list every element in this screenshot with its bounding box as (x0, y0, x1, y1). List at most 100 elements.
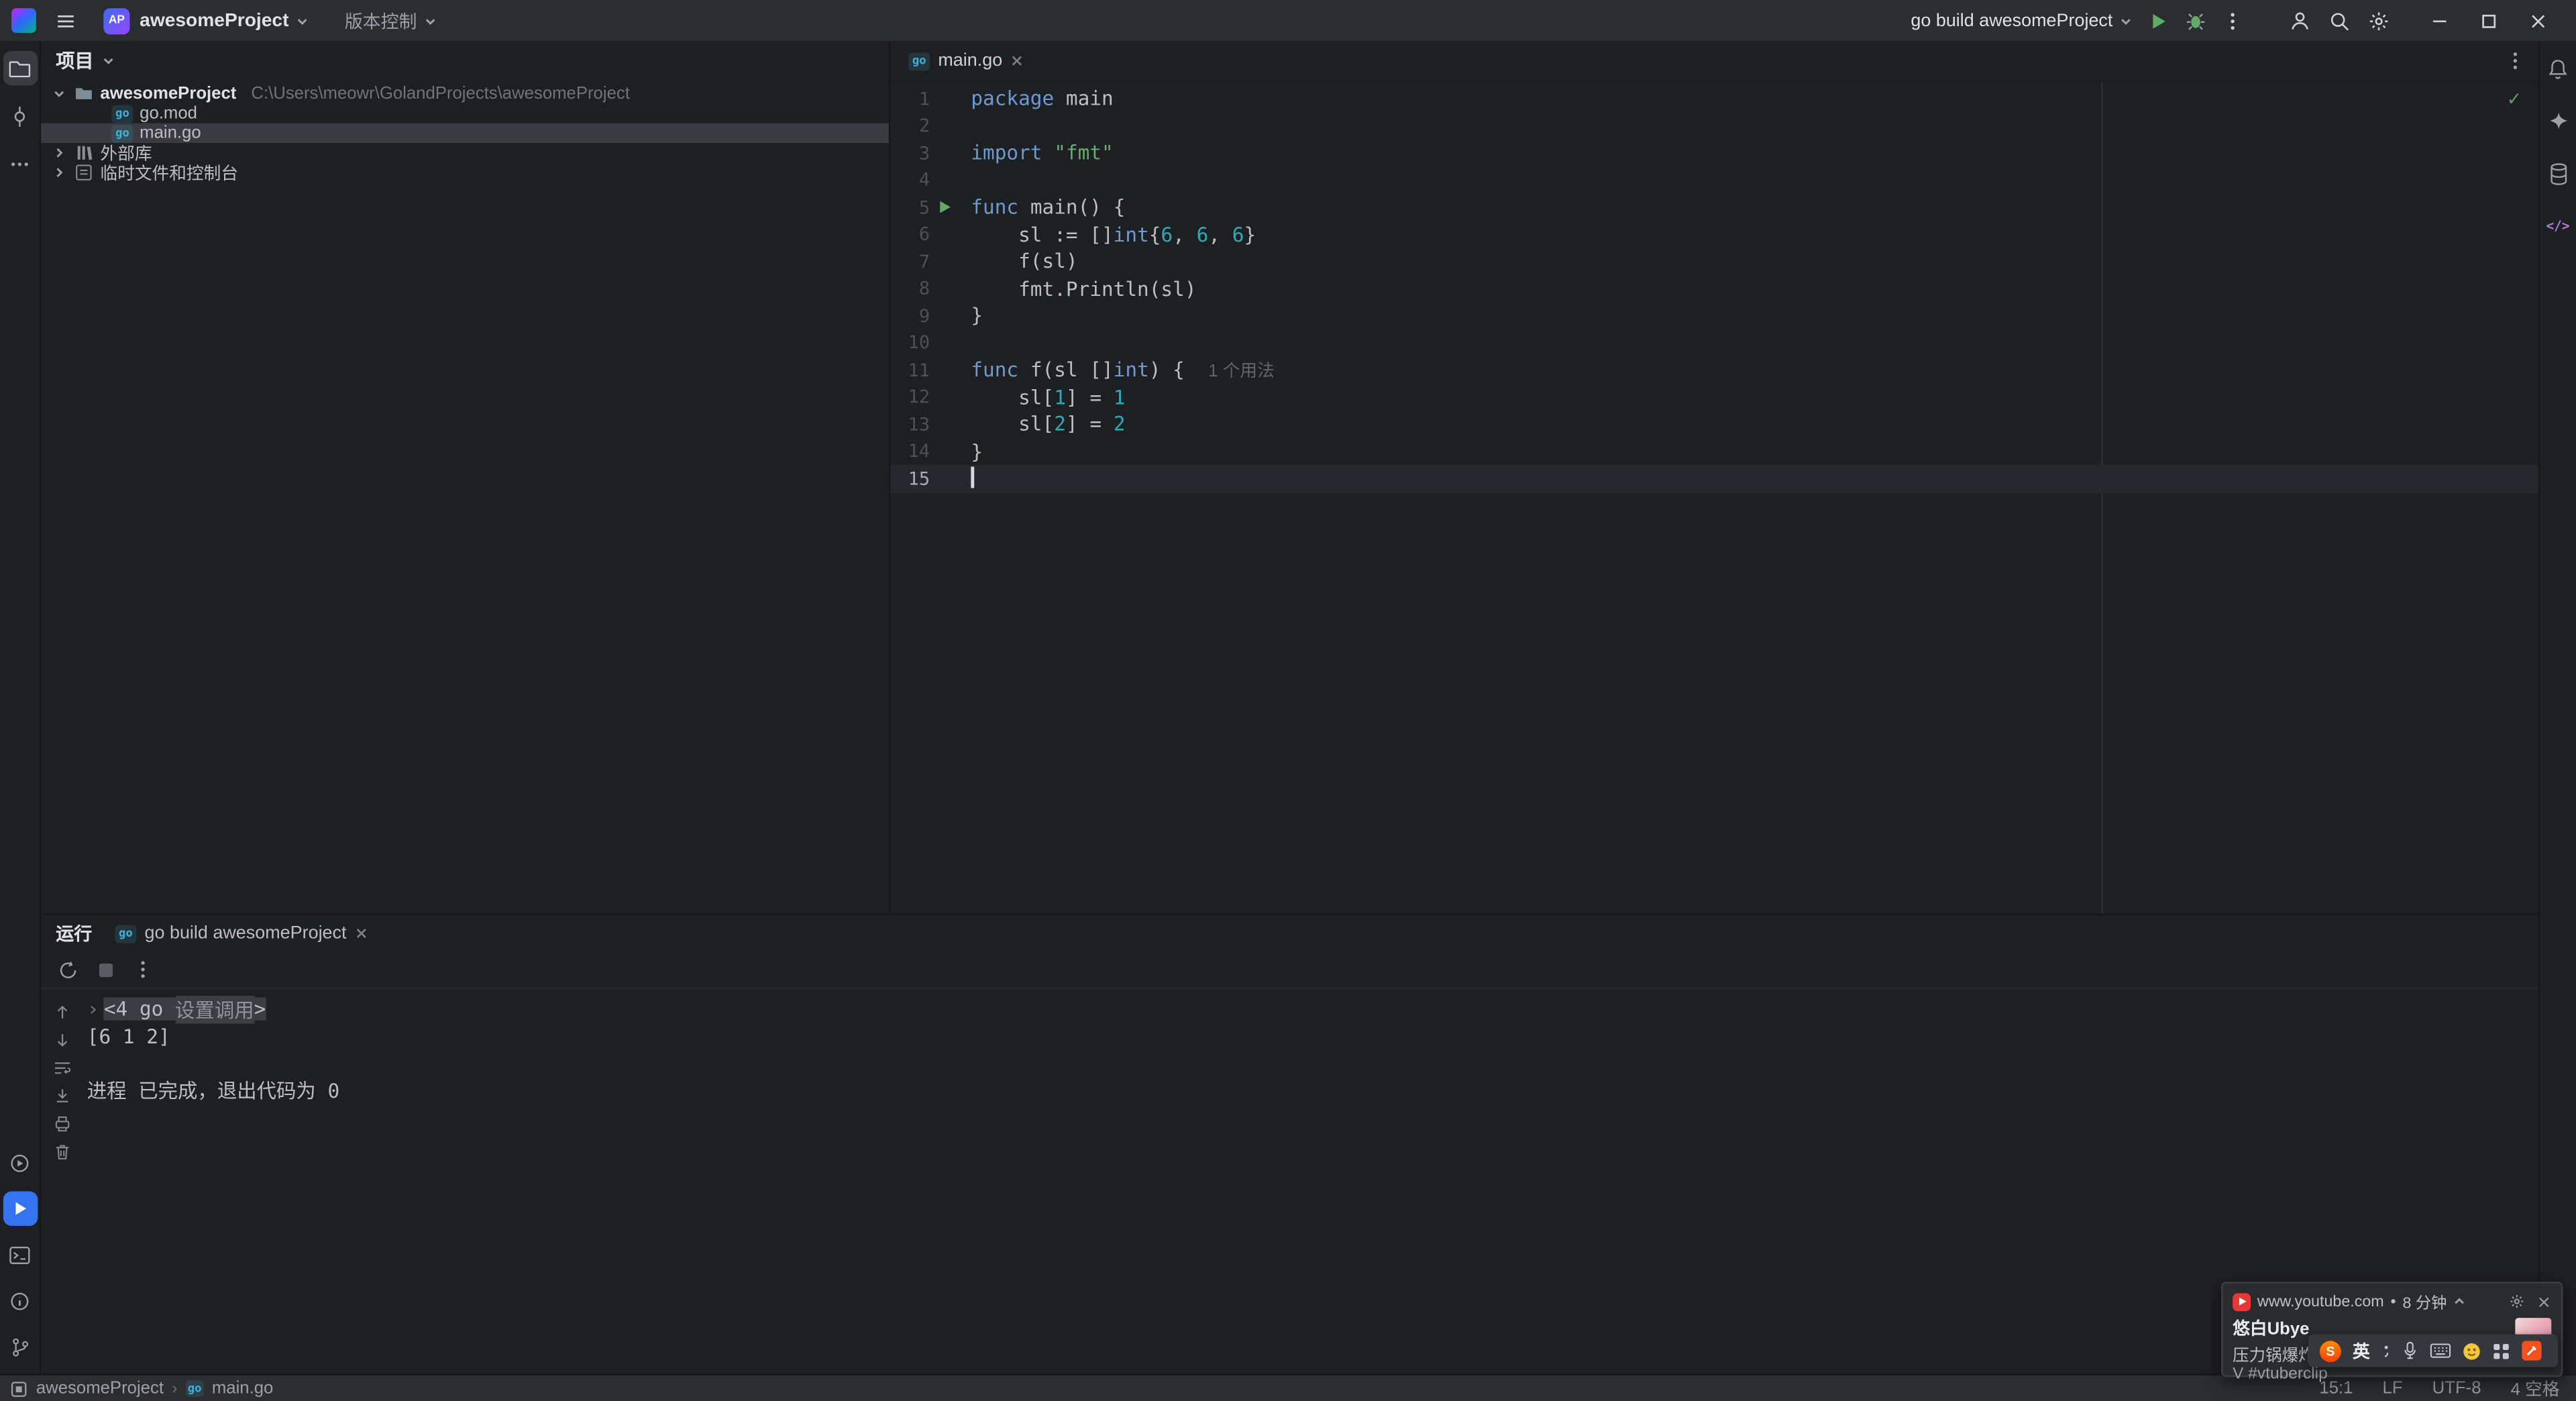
punctuation-mode-icon[interactable] (2381, 1344, 2390, 1357)
problems-toolwindow-button[interactable] (3, 1284, 37, 1318)
breadcrumb-separator: › (172, 1379, 178, 1398)
project-toolwindow-button[interactable] (2, 50, 38, 86)
tab-options-button[interactable] (2506, 51, 2525, 70)
line-number: 7 (918, 251, 930, 272)
play-icon (2153, 13, 2165, 28)
version-control-toolwindow-button[interactable] (3, 1329, 37, 1363)
line-number: 4 (918, 169, 930, 191)
toolbox-icon[interactable] (2520, 1341, 2541, 1361)
run-configuration-selector[interactable]: go build awesomeProject (1896, 3, 2141, 38)
rerun-button[interactable] (58, 959, 79, 980)
code-with-me-button[interactable] (2280, 3, 2320, 38)
ime-language-mode[interactable]: 英 (2353, 1339, 2370, 1363)
database-toolwindow-button[interactable] (2540, 156, 2575, 191)
editor-tab-main-go[interactable]: go main.go (896, 41, 1037, 81)
tree-item-go-mod[interactable]: go go.mod (41, 103, 889, 123)
project-widget[interactable]: AP awesomeProject (99, 3, 313, 38)
notification-settings-icon[interactable] (2509, 1293, 2525, 1309)
run-panel: 运行 go go build awesomeProject › <4 go 设置… (41, 913, 2538, 1374)
debug-button[interactable] (2177, 3, 2214, 38)
breadcrumb-file[interactable]: main.go (212, 1379, 273, 1398)
project-tree: awesomeProject C:\Users\meowr\GolandProje… (41, 84, 889, 183)
run-toolwindow-button[interactable] (2, 1191, 38, 1226)
main-menu-button[interactable] (46, 3, 86, 38)
commit-toolwindow-button[interactable] (3, 99, 37, 133)
notification-line2: V #vtuberclip (2233, 1365, 2328, 1384)
ime-toolbar[interactable]: S 英 (2308, 1334, 2559, 1367)
run-toolbar (41, 951, 2538, 990)
search-everywhere-button[interactable] (2320, 3, 2359, 38)
notifications-button[interactable] (2540, 51, 2575, 85)
notification-close-icon[interactable] (2536, 1294, 2551, 1309)
info-circle-icon (11, 1292, 29, 1310)
run-panel-title[interactable]: 运行 (56, 920, 92, 946)
code-line-5[interactable]: 5 func main() { (890, 194, 2538, 221)
soft-wrap-button[interactable] (52, 1058, 72, 1078)
run-line-icon[interactable] (936, 199, 953, 215)
up-stack-trace-button[interactable] (52, 1002, 72, 1022)
run-button[interactable] (2141, 3, 2177, 38)
code-area[interactable]: ✓ 1 package main 2 3 import "fmt" 4 5 func main… (890, 82, 2538, 914)
tree-item-scratches[interactable]: 临时文件和控制台 (41, 162, 889, 183)
chevron-right-icon[interactable] (51, 166, 66, 179)
gear-icon (2369, 11, 2388, 30)
maximize-button[interactable] (2464, 3, 2513, 38)
chevron-right-icon[interactable] (51, 146, 66, 160)
run-tab-go-build[interactable]: go go build awesomeProject (115, 923, 368, 943)
code-line-9[interactable]: 9} (890, 303, 2538, 329)
code-line-12[interactable]: 12 sl[1] = 1 (890, 384, 2538, 411)
editor: go main.go ✓ 1 package main 2 3 import "fmt"… (890, 41, 2538, 914)
project-widget-label: awesomeProject (140, 10, 289, 31)
chevron-up-icon[interactable] (2453, 1295, 2467, 1308)
tree-item-main-go[interactable]: go main.go (41, 123, 889, 144)
breadcrumb-project[interactable]: awesomeProject (36, 1379, 164, 1398)
lib-icon (72, 143, 94, 162)
stop-button[interactable] (97, 960, 115, 978)
project-panel-header[interactable]: 项目 (41, 41, 889, 81)
chevron-down-icon[interactable] (51, 87, 66, 101)
sogou-logo-icon[interactable]: S (2319, 1340, 2341, 1361)
code-line-8[interactable]: 8 fmt.Println(sl) (890, 275, 2538, 302)
code-line-14[interactable]: 14} (890, 438, 2538, 465)
code-line-1[interactable]: 1 package main (890, 85, 2538, 112)
apps-grid-icon[interactable] (2491, 1342, 2510, 1360)
code-line-4[interactable]: 4 (890, 167, 2538, 194)
close-tab-icon[interactable] (1010, 54, 1024, 68)
vcs-widget[interactable]: 版本控制 (313, 3, 441, 38)
run-panel-header: 运行 go go build awesomeProject (41, 915, 2538, 951)
ai-assistant-toolwindow-button[interactable] (2540, 103, 2575, 138)
endpoints-toolwindow-button[interactable]: </> (2540, 209, 2575, 243)
project-panel-title: 项目 (56, 52, 94, 72)
console-output[interactable]: › <4 go 设置调用 > [6 1 2] 进程 已完成，退出代码为 0 (84, 989, 2538, 1373)
keyboard-icon[interactable] (2429, 1343, 2451, 1359)
code-line-11[interactable]: 11 func f(sl []int) { 1 个用法 (890, 356, 2538, 383)
services-toolwindow-button[interactable] (3, 1145, 37, 1180)
code-line-7[interactable]: 7 f(sl) (890, 248, 2538, 275)
clear-console-button[interactable] (52, 1142, 72, 1161)
database-icon (2550, 162, 2566, 185)
project-avatar: AP (103, 7, 130, 34)
tree-item-root[interactable]: awesomeProject C:\Users\meowr\GolandProje… (41, 84, 889, 103)
microphone-icon[interactable] (2401, 1341, 2417, 1360)
youtube-favicon (2233, 1292, 2251, 1311)
more-toolwindows-button[interactable] (3, 146, 37, 180)
settings-button[interactable] (2359, 3, 2399, 38)
terminal-toolwindow-button[interactable] (3, 1237, 37, 1272)
code-line-15[interactable]: 15 (890, 465, 2538, 492)
console-more-button[interactable] (133, 959, 152, 979)
close-window-button[interactable] (2514, 3, 2563, 38)
close-tab-icon[interactable] (355, 927, 368, 940)
print-button[interactable] (52, 1114, 72, 1133)
code-line-13[interactable]: 13 sl[2] = 2 (890, 411, 2538, 437)
emoji-icon[interactable] (2462, 1342, 2480, 1360)
play-circle-icon (11, 1153, 29, 1172)
code-line-10[interactable]: 10 (890, 329, 2538, 356)
code-line-3[interactable]: 3 import "fmt" (890, 140, 2538, 166)
fold-chevron-icon[interactable]: › (87, 998, 99, 1021)
code-line-2[interactable]: 2 (890, 113, 2538, 140)
minimize-button[interactable] (2415, 3, 2464, 38)
code-line-6[interactable]: 6 sl := []int{6, 6, 6} (890, 221, 2538, 248)
more-run-actions-button[interactable] (2214, 3, 2251, 38)
scroll-to-end-button[interactable] (52, 1086, 72, 1106)
down-stack-trace-button[interactable] (52, 1031, 72, 1050)
